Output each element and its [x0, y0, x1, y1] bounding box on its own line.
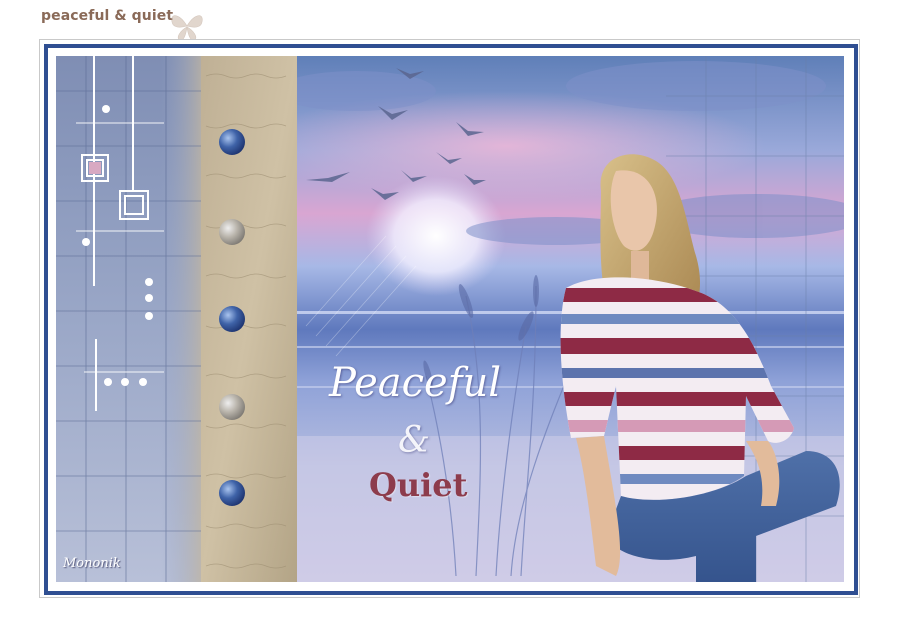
overlay-ampersand: & [398, 420, 431, 461]
artist-signature: Mononik [63, 556, 121, 571]
overlay-peaceful: Peaceful [329, 360, 502, 406]
overlay-quiet: Quiet [369, 466, 468, 504]
page-title: peaceful & quiet [41, 8, 174, 24]
